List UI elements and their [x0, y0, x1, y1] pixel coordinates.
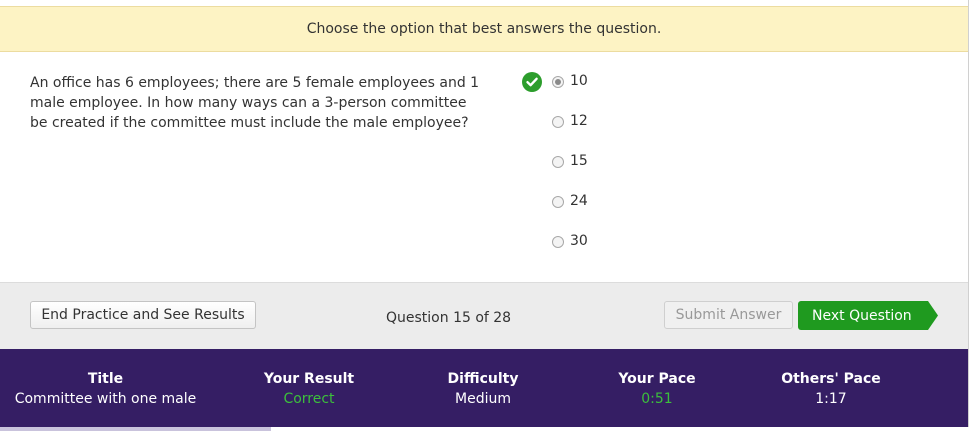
question-counter: Question 15 of 28: [386, 310, 512, 326]
action-toolbar: End Practice and See Results Question 15…: [0, 282, 968, 349]
answer-radio[interactable]: [552, 76, 564, 88]
stat-result: Your Result Correct: [234, 369, 384, 409]
answer-radio[interactable]: [552, 236, 564, 248]
stat-difficulty-value: Medium: [455, 391, 511, 407]
answer-label: 10: [570, 73, 588, 89]
answer-radio[interactable]: [552, 116, 564, 128]
stat-your-pace: Your Pace 0:51: [582, 369, 732, 409]
question-area: An office has 6 employees; there are 5 f…: [0, 52, 968, 282]
next-question-button[interactable]: Next Question: [798, 301, 938, 330]
stat-difficulty-header: Difficulty: [447, 371, 519, 387]
stat-your-pace-header: Your Pace: [618, 371, 696, 387]
question-frame: Choose the option that best answers the …: [0, 0, 969, 431]
stat-difficulty: Difficulty Medium: [408, 369, 558, 409]
bottom-strip: [0, 427, 969, 431]
instructions-text: Choose the option that best answers the …: [306, 21, 662, 37]
end-practice-button[interactable]: End Practice and See Results: [30, 301, 256, 329]
check-circle-icon: [522, 72, 542, 92]
stats-bar: Title Committee with one male Your Resul…: [0, 349, 968, 427]
stat-your-pace-value: 0:51: [641, 391, 673, 407]
stat-title: Title Committee with one male: [0, 369, 211, 409]
stat-others-pace-value: 1:17: [815, 391, 847, 407]
question-text: An office has 6 employees; there are 5 f…: [30, 75, 480, 131]
answer-label: 30: [570, 233, 588, 249]
stat-title-header: Title: [87, 371, 124, 387]
answer-radio[interactable]: [552, 156, 564, 168]
answer-label: 15: [570, 153, 588, 169]
answer-radio[interactable]: [552, 196, 564, 208]
answer-label: 12: [570, 113, 588, 129]
answer-label: 24: [570, 193, 588, 209]
stat-others-pace-header: Others' Pace: [781, 371, 881, 387]
instructions-banner: Choose the option that best answers the …: [0, 6, 968, 52]
stat-result-value: Correct: [283, 391, 335, 407]
stat-title-value: Committee with one male: [14, 391, 197, 407]
submit-answer-button[interactable]: Submit Answer: [664, 301, 793, 329]
bottom-strip-bar: [0, 427, 271, 431]
stat-others-pace: Others' Pace 1:17: [756, 369, 906, 409]
stat-result-header: Your Result: [263, 371, 355, 387]
